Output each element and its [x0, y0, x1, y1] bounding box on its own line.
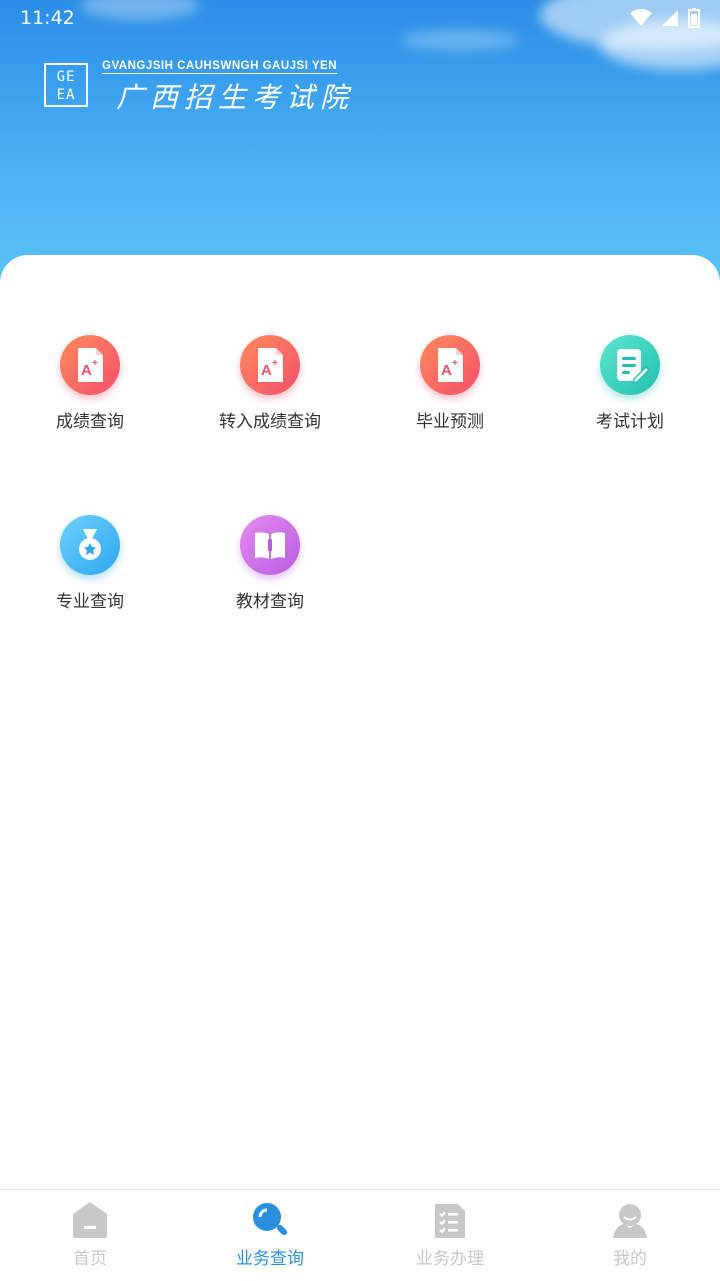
service-label: 转入成绩查询 — [219, 412, 321, 432]
service-textbook-query[interactable]: 教材查询 — [180, 515, 360, 635]
checklist-icon — [430, 1200, 470, 1240]
tab-label: 业务办理 — [416, 1249, 484, 1269]
status-bar: 11:42 — [0, 0, 720, 38]
service-transfer-grade-query[interactable]: A + 转入成绩查询 — [180, 335, 360, 455]
search-icon — [250, 1200, 290, 1240]
logo-english-name: GVANGJSIH CAUHSWNGH GAUJSI YEN — [102, 60, 338, 74]
app-logo: GE EA GVANGJSIH CAUHSWNGH GAUJSI YEN 广西招生… — [44, 58, 354, 118]
profile-icon — [610, 1200, 650, 1240]
svg-text:+: + — [452, 358, 458, 369]
tab-business-handling[interactable]: 业务办理 — [360, 1190, 540, 1281]
svg-text:+: + — [272, 358, 278, 369]
grade-doc-icon: A + — [240, 335, 300, 395]
tab-label: 首页 — [73, 1249, 107, 1269]
service-exam-plan[interactable]: 考试计划 — [540, 335, 720, 455]
tab-home[interactable]: 首页 — [0, 1190, 180, 1281]
service-grade-query[interactable]: A + 成绩查询 — [0, 335, 180, 455]
logo-chinese-name: 广西招生考试院 — [116, 81, 355, 114]
svg-text:+: + — [92, 358, 98, 369]
svg-text:A: A — [441, 362, 452, 379]
signal-icon — [662, 10, 678, 26]
service-label: 成绩查询 — [56, 412, 124, 432]
logo-mark: GE EA — [44, 63, 88, 107]
medal-icon — [60, 515, 120, 575]
status-time: 11:42 — [20, 7, 75, 29]
battery-icon — [688, 8, 700, 28]
book-icon — [240, 515, 300, 575]
tab-label: 我的 — [613, 1249, 647, 1269]
service-label: 考试计划 — [596, 412, 664, 432]
grade-doc-icon: A + — [420, 335, 480, 395]
wifi-icon — [630, 9, 652, 26]
svg-text:A: A — [261, 362, 272, 379]
services-panel: A + 成绩查询 A + 转入成绩查询 A + 毕业预测 考试计划 专业查询 教材查询 — [0, 255, 720, 1190]
service-label: 毕业预测 — [416, 412, 484, 432]
service-graduation-forecast[interactable]: A + 毕业预测 — [360, 335, 540, 455]
bottom-tab-bar: 首页 业务查询 业务办理 我的 — [0, 1189, 720, 1281]
grade-doc-icon: A + — [60, 335, 120, 395]
service-label: 教材查询 — [236, 592, 304, 612]
tab-label: 业务查询 — [236, 1249, 304, 1269]
service-label: 专业查询 — [56, 592, 124, 612]
tab-mine[interactable]: 我的 — [540, 1190, 720, 1281]
service-major-query[interactable]: 专业查询 — [0, 515, 180, 635]
home-icon — [70, 1200, 110, 1240]
tab-business-query[interactable]: 业务查询 — [180, 1190, 360, 1281]
svg-text:A: A — [81, 362, 92, 379]
exam-plan-icon — [600, 335, 660, 395]
